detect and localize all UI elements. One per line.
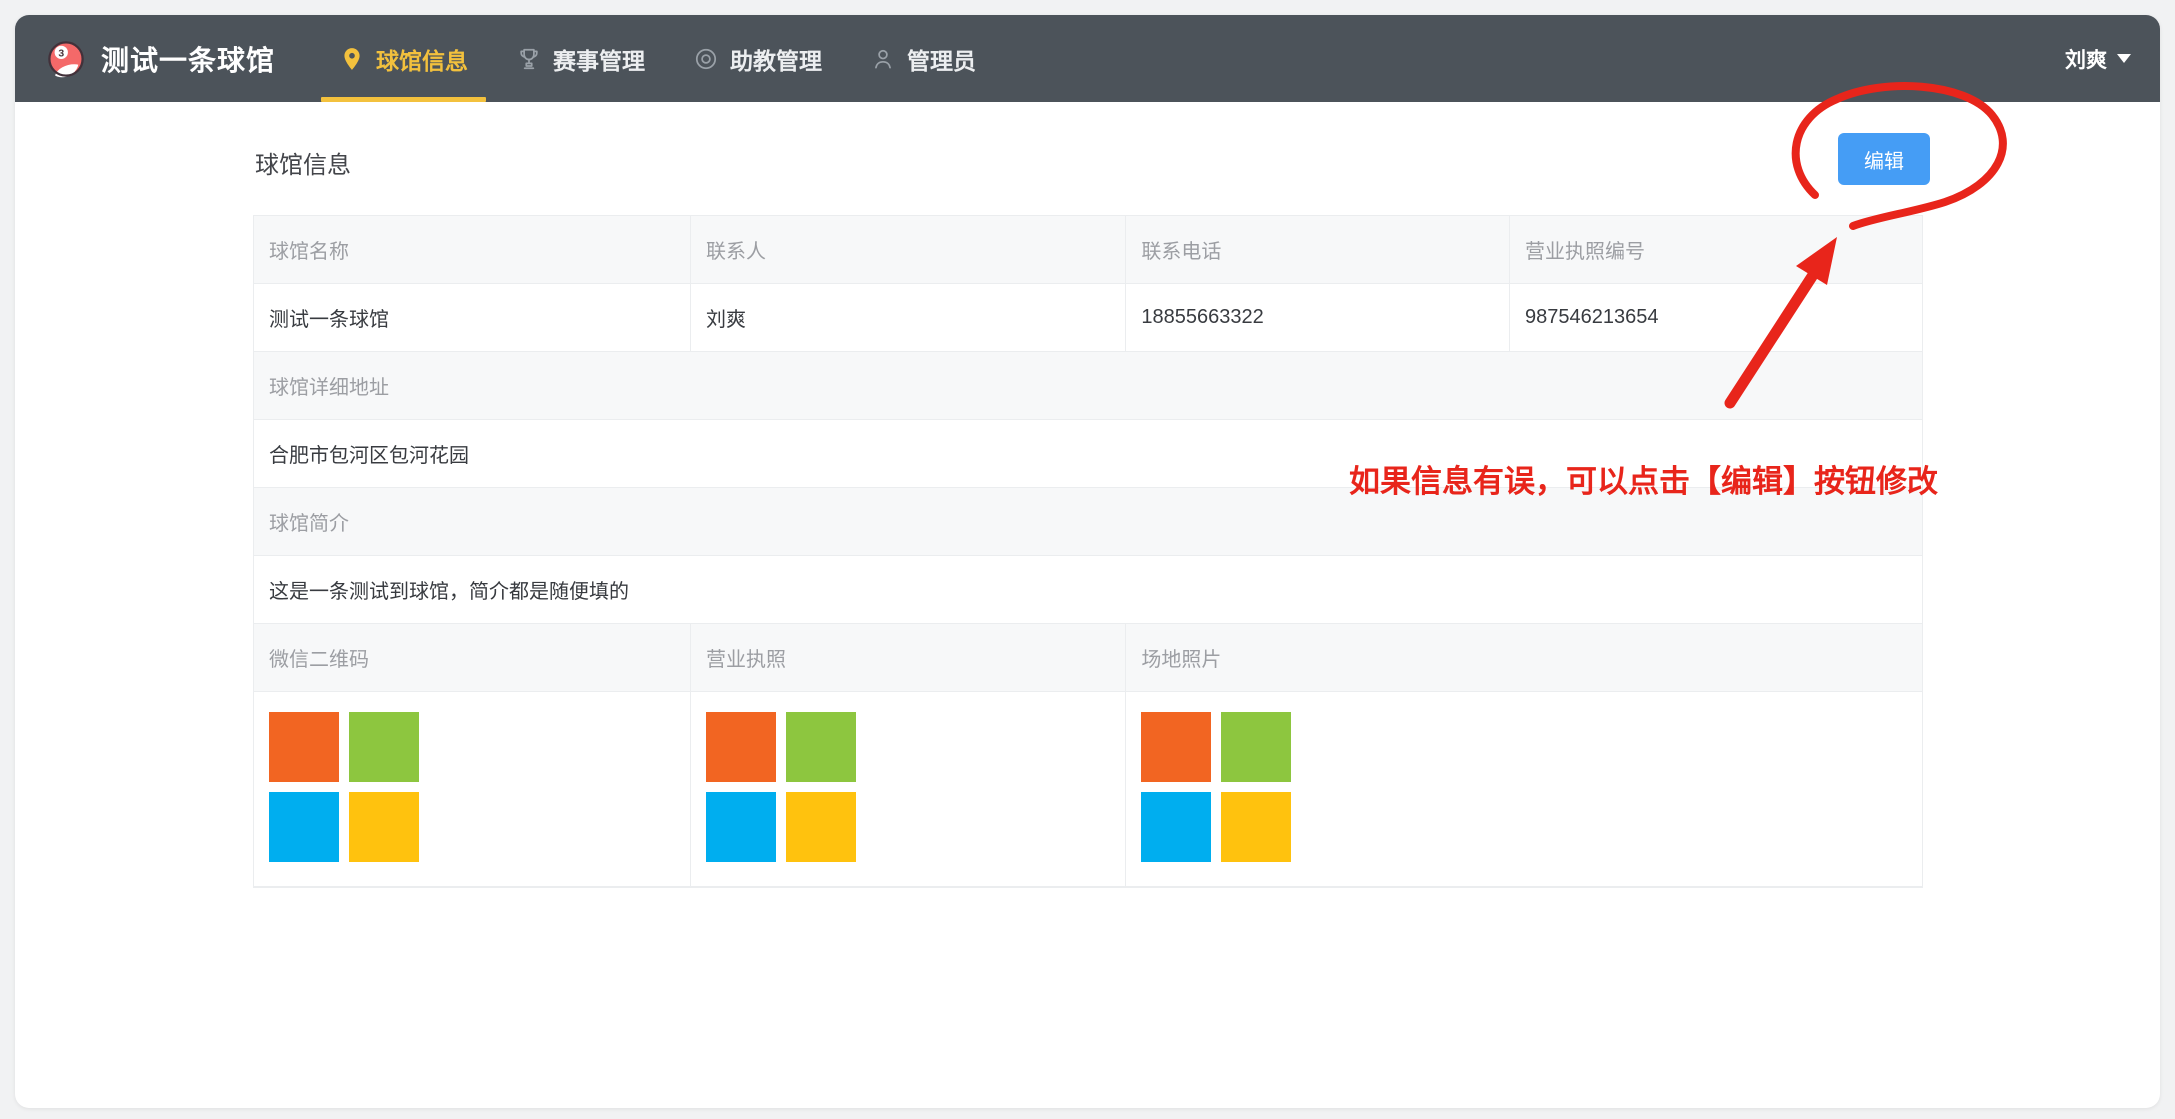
user-menu[interactable]: 刘爽 [2065, 44, 2132, 74]
image-square [1221, 792, 1291, 862]
tab-label: 球馆信息 [376, 42, 468, 76]
page-title: 球馆信息 [255, 145, 351, 180]
trophy-icon [516, 46, 542, 72]
image-square [349, 792, 419, 862]
venue-brand-title: 测试一条球馆 [101, 39, 275, 79]
venue-address-value: 合肥市包河区包河花园 [254, 420, 1922, 487]
business-license-cell [691, 692, 1126, 886]
double-circle-icon [693, 46, 719, 72]
image-square [269, 792, 339, 862]
venue-photo-image[interactable] [1141, 712, 1291, 862]
venue-name-value: 测试一条球馆 [254, 284, 691, 351]
table-header-cell: 联系人 [691, 216, 1126, 283]
wechat-qr-cell [254, 692, 691, 886]
image-square [786, 792, 856, 862]
business-license-image[interactable] [706, 712, 856, 862]
tab-label: 助教管理 [730, 42, 822, 76]
contact-name-value: 刘爽 [691, 284, 1126, 351]
table-header-cell: 营业执照 [691, 624, 1126, 691]
license-number-value: 987546213654 [1510, 284, 1922, 351]
user-name: 刘爽 [2065, 44, 2107, 74]
tab-venue-info[interactable]: 球馆信息 [315, 15, 492, 102]
location-pin-icon [339, 46, 365, 72]
table-header-row: 球馆简介 [254, 488, 1922, 556]
caret-down-icon [2116, 53, 2132, 64]
table-header-row: 微信二维码 营业执照 场地照片 [254, 624, 1922, 692]
image-square [786, 712, 856, 782]
ball-number: 3 [58, 48, 64, 59]
tab-admins[interactable]: 管理员 [846, 15, 1000, 102]
tab-events[interactable]: 赛事管理 [492, 15, 669, 102]
image-square [1221, 712, 1291, 782]
table-header-cell: 球馆详细地址 [254, 352, 1922, 419]
table-header-cell: 微信二维码 [254, 624, 691, 691]
venue-photo-cell [1126, 692, 1922, 886]
image-square [349, 712, 419, 782]
tab-label: 赛事管理 [553, 42, 645, 76]
venue-intro-value: 这是一条测试到球馆，简介都是随便填的 [254, 556, 1922, 623]
image-square [269, 712, 339, 782]
table-header-cell: 球馆简介 [254, 488, 1922, 555]
edit-button[interactable]: 编辑 [1838, 133, 1930, 185]
wechat-qr-image[interactable] [269, 712, 419, 862]
table-header-cell: 场地照片 [1126, 624, 1922, 691]
person-icon [870, 46, 896, 72]
image-square [706, 712, 776, 782]
table-photo-row [254, 692, 1922, 887]
image-square [706, 792, 776, 862]
table-value-row: 这是一条测试到球馆，简介都是随便填的 [254, 556, 1922, 624]
contact-phone-value: 18855663322 [1126, 284, 1510, 351]
image-square [1141, 712, 1211, 782]
table-value-row: 测试一条球馆 刘爽 18855663322 987546213654 [254, 284, 1922, 352]
venue-info-table: 球馆名称 联系人 联系电话 营业执照编号 测试一条球馆 刘爽 188556633… [253, 215, 1923, 888]
table-header-cell: 营业执照编号 [1510, 216, 1922, 283]
table-header-row: 球馆名称 联系人 联系电话 营业执照编号 [254, 216, 1922, 284]
tab-assistants[interactable]: 助教管理 [669, 15, 846, 102]
table-value-row: 合肥市包河区包河花园 [254, 420, 1922, 488]
top-navbar: 3 测试一条球馆 球馆信息 [15, 15, 2160, 102]
table-header-cell: 球馆名称 [254, 216, 691, 283]
app-window: 3 测试一条球馆 球馆信息 [15, 15, 2160, 1108]
image-square [1141, 792, 1211, 862]
table-header-cell: 联系电话 [1126, 216, 1510, 283]
nav-tabs: 球馆信息 赛事管理 [315, 15, 1000, 102]
billiard-ball-logo: 3 [47, 40, 85, 78]
table-header-row: 球馆详细地址 [254, 352, 1922, 420]
tab-label: 管理员 [907, 42, 976, 76]
